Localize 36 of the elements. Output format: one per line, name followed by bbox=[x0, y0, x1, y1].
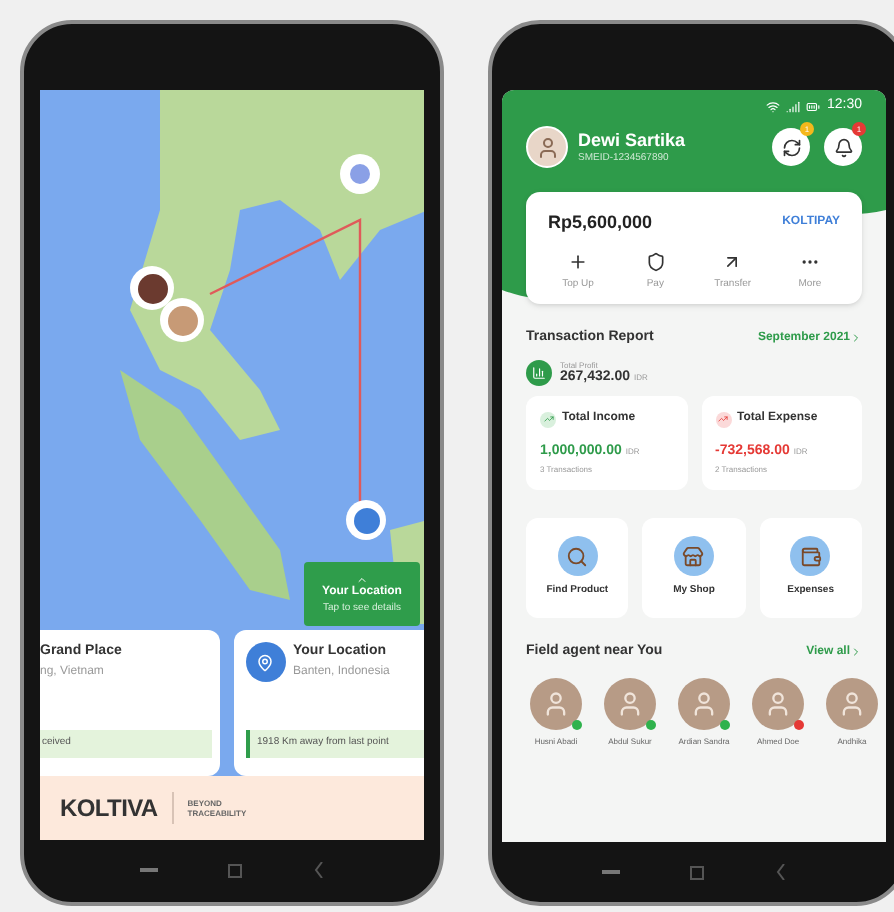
shield-icon bbox=[645, 251, 666, 271]
home-square-icon[interactable] bbox=[690, 865, 705, 879]
agent-avatar[interactable] bbox=[604, 678, 656, 731]
balance-amount: Rp5,600,000 bbox=[548, 210, 653, 236]
wifi-icon bbox=[766, 99, 781, 113]
sync-icon bbox=[781, 137, 801, 157]
chevron-right-icon bbox=[850, 332, 862, 345]
person-icon bbox=[616, 690, 644, 719]
search-box-icon bbox=[557, 536, 598, 576]
chevron-up-icon bbox=[356, 574, 368, 587]
battery-icon bbox=[806, 99, 821, 113]
wallet-icon bbox=[790, 536, 831, 576]
person-icon bbox=[690, 690, 718, 719]
trend-up-icon bbox=[540, 411, 556, 428]
agent-avatar[interactable] bbox=[530, 678, 582, 731]
location-pin-icon bbox=[245, 642, 285, 682]
chart-icon bbox=[526, 359, 552, 386]
arrow-icon bbox=[722, 251, 743, 271]
bell-icon bbox=[833, 137, 853, 157]
back-chevron-icon[interactable] bbox=[314, 862, 325, 878]
person-icon bbox=[838, 690, 866, 719]
person-icon bbox=[764, 690, 792, 719]
location-pin-icon bbox=[346, 500, 386, 540]
shop-icon bbox=[673, 536, 714, 576]
back-chevron-icon[interactable] bbox=[776, 864, 787, 880]
agent-avatar[interactable] bbox=[678, 678, 730, 731]
agent-avatar[interactable] bbox=[752, 678, 804, 731]
home-square-icon[interactable] bbox=[228, 863, 243, 877]
trend-down-icon bbox=[715, 411, 731, 428]
plus-icon bbox=[568, 251, 588, 271]
person-icon bbox=[542, 690, 570, 719]
signal-icon bbox=[786, 99, 801, 113]
chevron-right-icon bbox=[850, 646, 862, 658]
agent-avatar[interactable] bbox=[826, 678, 878, 731]
brand-logo: KOLTIVA bbox=[60, 792, 158, 826]
user-name: Dewi Sartika bbox=[578, 129, 686, 152]
